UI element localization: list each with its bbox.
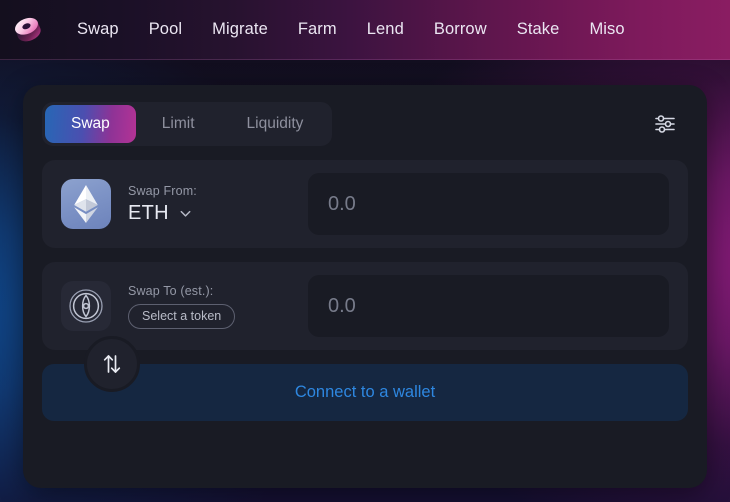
nav-item-stake[interactable]: Stake (502, 14, 575, 45)
swap-from-token-selector[interactable]: ETH (128, 202, 193, 225)
nav-item-farm[interactable]: Farm (283, 14, 352, 45)
swap-from-label: Swap From: (128, 183, 197, 198)
sushi-token-logo-icon[interactable] (9, 11, 47, 49)
nav-item-lend[interactable]: Lend (352, 14, 419, 45)
swap-from-meta: Swap From: ETH (128, 184, 298, 225)
tab-liquidity[interactable]: Liquidity (221, 105, 330, 143)
swap-to-amount-input[interactable] (308, 275, 669, 337)
nav-item-pool[interactable]: Pool (134, 14, 197, 45)
nav-item-migrate[interactable]: Migrate (197, 14, 283, 45)
swap-card: Swap Limit Liquidity Swap From: ETH 0.0 … (23, 85, 707, 488)
nav-item-borrow[interactable]: Borrow (419, 14, 502, 45)
swap-direction-arrows-icon[interactable] (84, 336, 140, 392)
connect-wallet-button[interactable]: Connect to a wallet (42, 364, 688, 421)
settings-sliders-icon[interactable] (648, 107, 682, 141)
swap-from-amount-input[interactable] (308, 173, 669, 235)
swap-to-panel: Swap To (est.): Select a token (42, 262, 688, 350)
top-navigation-bar: Swap Pool Migrate Farm Lend Borrow Stake… (0, 0, 730, 60)
tab-swap[interactable]: Swap (45, 105, 136, 143)
tab-row: Swap Limit Liquidity (42, 102, 688, 146)
ethereum-icon[interactable] (61, 179, 111, 229)
nav-item-swap[interactable]: Swap (65, 14, 134, 45)
swap-from-panel: Swap From: ETH (42, 160, 688, 248)
nav-list: Swap Pool Migrate Farm Lend Borrow Stake… (65, 14, 640, 45)
tab-limit[interactable]: Limit (136, 105, 221, 143)
tab-group: Swap Limit Liquidity (42, 102, 333, 146)
select-a-token-button[interactable]: Select a token (128, 303, 236, 329)
swap-from-token-symbol: ETH (128, 201, 169, 224)
swap-to-meta: Swap To (est.): Select a token (128, 284, 298, 329)
unknown-token-icon[interactable] (61, 281, 111, 331)
chevron-down-icon (178, 206, 193, 221)
swap-to-label: Swap To (est.): (128, 283, 214, 298)
nav-item-miso[interactable]: Miso (574, 14, 639, 45)
